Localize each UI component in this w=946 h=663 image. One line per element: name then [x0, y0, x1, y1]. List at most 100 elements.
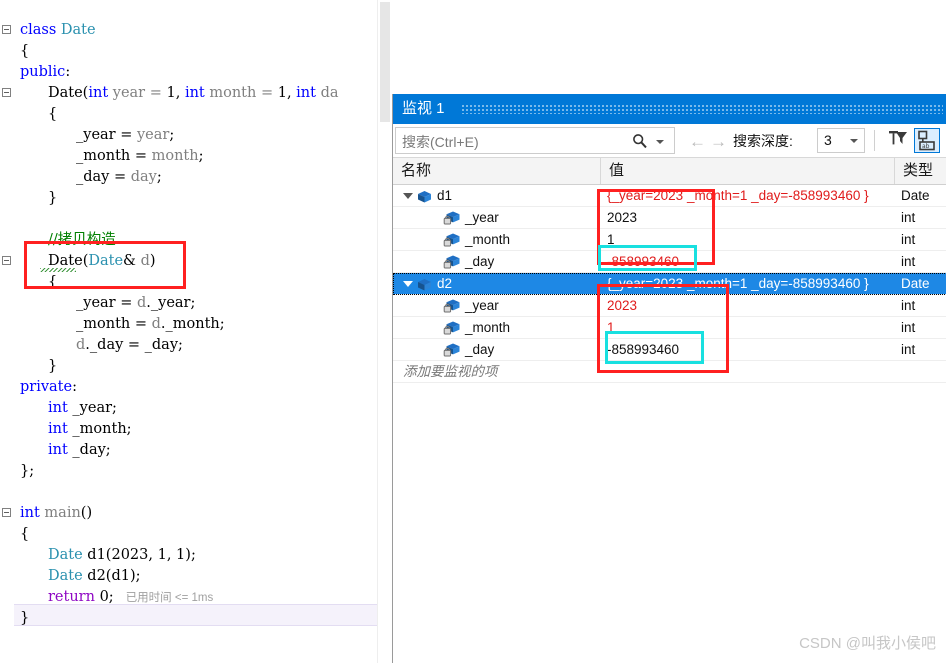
code-line[interactable]: int _year; — [0, 398, 392, 419]
code-text: _year = d._year; — [76, 295, 196, 311]
add-watch-row[interactable]: 添加要监视的项 — [393, 361, 946, 383]
private-field-lock-icon — [443, 254, 461, 270]
fold-toggle-icon[interactable] — [2, 88, 11, 97]
code-line[interactable]: d._day = _day; — [0, 335, 392, 356]
watch-row[interactable]: _year 2023 int — [393, 295, 946, 317]
watch-row-name-cell[interactable]: _month — [393, 229, 601, 250]
code-line[interactable]: _month = month; — [0, 146, 392, 167]
editor-scroll-thumb[interactable] — [380, 2, 390, 122]
code-line[interactable]: public: — [0, 62, 392, 83]
code-editor[interactable]: class Date { public: Date(int year = 1, int… — [0, 0, 392, 663]
code-line[interactable]: _month = d._month; — [0, 314, 392, 335]
code-line[interactable]: Date d1(2023, 1, 1); — [0, 545, 392, 566]
fold-toggle-icon[interactable] — [2, 25, 11, 34]
search-back-arrow-icon[interactable]: ← — [689, 132, 706, 152]
private-field-lock-icon — [443, 210, 461, 226]
title-bar-drag-dots[interactable] — [461, 104, 943, 114]
code-line[interactable]: return 0; 已用时间 <= 1ms — [0, 587, 392, 608]
watch-row[interactable]: _month 1 int — [393, 229, 946, 251]
code-line[interactable]: int _month; — [0, 419, 392, 440]
code-text: _year = year; — [76, 127, 175, 143]
code-line[interactable]: }; — [0, 461, 392, 482]
watch-row-value-cell[interactable]: {_year=2023 _month=1 _day=-858993460 } — [601, 185, 895, 206]
fold-toggle-icon[interactable] — [2, 256, 11, 265]
code-line[interactable]: _year = year; — [0, 125, 392, 146]
fold-toggle-icon[interactable] — [2, 508, 11, 517]
code-text: return 0; — [48, 589, 114, 605]
search-forward-arrow-icon[interactable]: → — [710, 132, 727, 152]
code-line[interactable]: Date d2(d1); — [0, 566, 392, 587]
editor-scrollbar[interactable] — [377, 0, 392, 663]
code-line[interactable]: int _day; — [0, 440, 392, 461]
code-text: Date d1(2023, 1, 1); — [48, 547, 196, 563]
watch-row-name-cell[interactable]: _month — [393, 317, 601, 338]
code-text: class Date — [20, 22, 96, 38]
code-line[interactable]: int main() — [0, 503, 392, 524]
code-line[interactable]: { — [0, 41, 392, 62]
watch-row[interactable]: _month 1 int — [393, 317, 946, 339]
code-text: } — [48, 358, 58, 374]
expander-triangle-icon[interactable] — [403, 281, 413, 292]
error-squiggle — [40, 268, 76, 272]
watch-window-title: 监视 1 — [402, 100, 445, 117]
code-text: _day = day; — [76, 169, 162, 185]
column-header-name[interactable]: 名称 — [393, 158, 601, 184]
add-watch-placeholder[interactable]: 添加要监视的项 — [393, 361, 601, 382]
watch-row-name-cell[interactable]: _day — [393, 339, 601, 360]
code-text: { — [20, 43, 30, 59]
search-depth-chevron-down-icon[interactable] — [850, 139, 858, 143]
watch-window[interactable]: 监视 1 搜索(Ctrl+E) ← → 搜索深度: 3 ab 名称 值 类型 d… — [392, 94, 946, 663]
watch-row-value-cell[interactable]: 1 — [601, 229, 895, 250]
watch-row-value-cell[interactable]: 2023 — [601, 207, 895, 228]
code-line[interactable]: { — [0, 104, 392, 125]
private-field-lock-icon — [443, 342, 461, 358]
watch-row[interactable]: _year 2023 int — [393, 207, 946, 229]
search-input[interactable]: 搜索(Ctrl+E) — [402, 132, 479, 152]
code-line[interactable] — [0, 209, 392, 230]
code-line[interactable]: } — [0, 188, 392, 209]
watch-grid-body[interactable]: d1 {_year=2023 _month=1 _day=-858993460 }… — [393, 185, 946, 383]
hex-display-icon[interactable]: ab — [914, 128, 940, 153]
code-line[interactable]: } — [0, 608, 392, 629]
code-lines[interactable]: class Date { public: Date(int year = 1, int… — [0, 20, 392, 629]
watch-row-name-cell[interactable]: d1 — [393, 185, 601, 206]
watch-row-value-cell[interactable]: -858993460 — [601, 251, 895, 272]
watch-row-name-cell[interactable]: _day — [393, 251, 601, 272]
watch-row[interactable]: _day -858993460 int — [393, 339, 946, 361]
code-text: _month = d._month; — [76, 316, 225, 332]
watch-row-value-cell[interactable]: 2023 — [601, 295, 895, 316]
code-line[interactable]: } — [0, 356, 392, 377]
code-text: } — [20, 610, 30, 626]
code-line[interactable]: _year = d._year; — [0, 293, 392, 314]
search-icon[interactable] — [632, 133, 648, 149]
watch-row[interactable]: d1 {_year=2023 _month=1 _day=-858993460 }… — [393, 185, 946, 207]
search-options-chevron-down-icon[interactable] — [656, 140, 664, 144]
watch-row-name-cell[interactable]: _year — [393, 207, 601, 228]
watch-toolbar[interactable]: 搜索(Ctrl+E) ← → 搜索深度: 3 ab — [393, 124, 946, 158]
watch-grid[interactable]: 名称 值 类型 d1 {_year=2023 _month=1 _day=-858… — [393, 158, 946, 663]
watch-row[interactable]: d2 {_year=2023 _month=1 _day=-858993460 }… — [393, 273, 946, 295]
code-line[interactable]: //拷贝构造 — [0, 230, 392, 251]
watch-row-name-cell[interactable]: d2 — [393, 273, 601, 294]
watch-row-name-cell[interactable]: _year — [393, 295, 601, 316]
watch-window-title-bar[interactable]: 监视 1 — [393, 94, 946, 124]
column-header-type[interactable]: 类型 — [895, 158, 946, 184]
search-box[interactable]: 搜索(Ctrl+E) — [395, 127, 675, 154]
code-line[interactable]: class Date — [0, 20, 392, 41]
watch-row-value-cell[interactable]: 1 — [601, 317, 895, 338]
watch-row-value-cell[interactable]: {_year=2023 _month=1 _day=-858993460 } — [601, 273, 895, 294]
watch-row-value-cell[interactable]: -858993460 — [601, 339, 895, 360]
code-text: } — [48, 190, 58, 206]
watch-row[interactable]: _day -858993460 int — [393, 251, 946, 273]
code-text: d._day = _day; — [76, 337, 183, 353]
code-line[interactable]: _day = day; — [0, 167, 392, 188]
expander-triangle-icon[interactable] — [403, 193, 413, 204]
pin-filter-icon[interactable] — [885, 128, 911, 153]
code-line[interactable]: private: — [0, 377, 392, 398]
column-header-value[interactable]: 值 — [601, 158, 895, 184]
code-line[interactable] — [0, 482, 392, 503]
code-line[interactable]: { — [0, 272, 392, 293]
code-line[interactable]: Date(int year = 1, int month = 1, int da — [0, 83, 392, 104]
search-depth-select[interactable]: 3 — [817, 128, 865, 153]
code-line[interactable]: { — [0, 524, 392, 545]
